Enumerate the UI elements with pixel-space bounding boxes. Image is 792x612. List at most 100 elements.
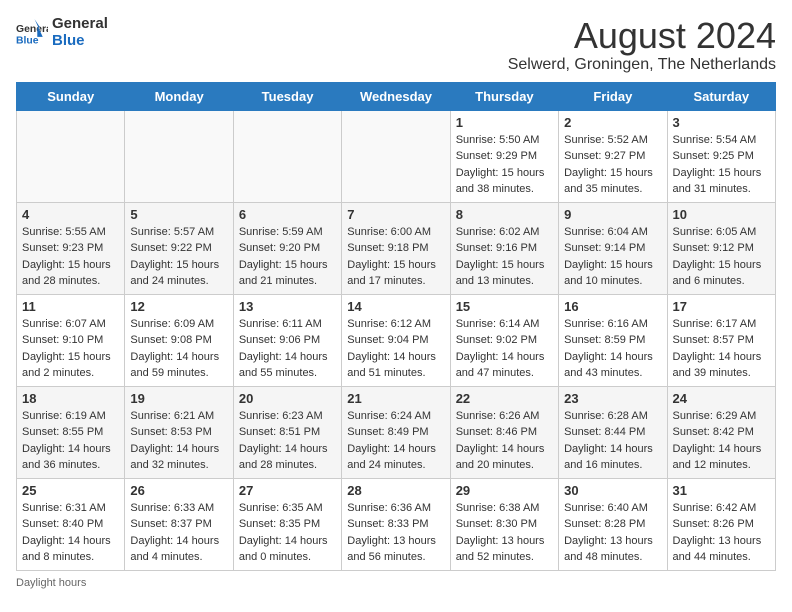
day-number: 13 [239, 299, 336, 314]
calendar-header-tuesday: Tuesday [233, 82, 341, 110]
calendar-cell: 28Sunrise: 6:36 AM Sunset: 8:33 PM Dayli… [342, 478, 450, 570]
calendar-cell: 4 Sunrise: 5:55 AM Sunset: 9:23 PM Daylig… [17, 202, 125, 294]
calendar-cell: 8 Sunrise: 6:02 AM Sunset: 9:16 PM Daylig… [450, 202, 558, 294]
calendar-cell: 12 Sunrise: 6:09 AM Sunset: 9:08 PM Dayli… [125, 294, 233, 386]
logo: General Blue General Blue [16, 16, 108, 49]
calendar-header-sunday: Sunday [17, 82, 125, 110]
day-info: Sunrise: 5:52 AM Sunset: 9:27 PM Dayligh… [564, 132, 661, 198]
day-info: Sunrise: 6:12 AM Sunset: 9:04 PM Dayligh… [347, 316, 444, 382]
day-info: Sunrise: 6:42 AM Sunset: 8:26 PM Dayligh… [673, 500, 770, 566]
logo-icon: General Blue [16, 19, 48, 47]
calendar-cell: 5Sunrise: 5:57 AM Sunset: 9:22 PM Daylig… [125, 202, 233, 294]
day-info: Sunrise: 6:02 AM Sunset: 9:16 PM Dayligh… [456, 224, 553, 290]
day-number: 23 [564, 391, 661, 406]
day-number: 17 [673, 299, 770, 314]
day-number: 30 [564, 483, 661, 498]
calendar-cell: 19Sunrise: 6:21 AM Sunset: 8:53 PM Dayli… [125, 386, 233, 478]
day-info: Sunrise: 6:24 AM Sunset: 8:49 PM Dayligh… [347, 408, 444, 474]
calendar-cell: 22Sunrise: 6:26 AM Sunset: 8:46 PM Dayli… [450, 386, 558, 478]
calendar-cell: 31 Sunrise: 6:42 AM Sunset: 8:26 PM Dayli… [667, 478, 775, 570]
day-number: 14 [347, 299, 444, 314]
day-info: Sunrise: 5:54 AM Sunset: 9:25 PM Dayligh… [673, 132, 770, 198]
day-number: 11 [22, 299, 119, 314]
footer-label: Daylight hours [16, 577, 776, 589]
day-number: 20 [239, 391, 336, 406]
day-info: Sunrise: 6:16 AM Sunset: 8:59 PM Dayligh… [564, 316, 661, 382]
calendar-cell: 23 Sunrise: 6:28 AM Sunset: 8:44 PM Dayli… [559, 386, 667, 478]
day-number: 1 [456, 115, 553, 130]
day-number: 8 [456, 207, 553, 222]
logo-text: General Blue [52, 16, 108, 49]
day-info: Sunrise: 6:07 AM Sunset: 9:10 PM Dayligh… [22, 316, 119, 382]
calendar-cell: 21Sunrise: 6:24 AM Sunset: 8:49 PM Dayli… [342, 386, 450, 478]
calendar-cell: 2Sunrise: 5:52 AM Sunset: 9:27 PM Daylig… [559, 110, 667, 202]
calendar-cell: 30 Sunrise: 6:40 AM Sunset: 8:28 PM Dayli… [559, 478, 667, 570]
calendar-cell [233, 110, 341, 202]
calendar-cell: 18 Sunrise: 6:19 AM Sunset: 8:55 PM Dayli… [17, 386, 125, 478]
calendar-cell: 20 Sunrise: 6:23 AM Sunset: 8:51 PM Dayli… [233, 386, 341, 478]
day-info: Sunrise: 6:19 AM Sunset: 8:55 PM Dayligh… [22, 408, 119, 474]
day-number: 16 [564, 299, 661, 314]
day-number: 12 [130, 299, 227, 314]
calendar-cell: 7Sunrise: 6:00 AM Sunset: 9:18 PM Daylig… [342, 202, 450, 294]
calendar-cell: 15Sunrise: 6:14 AM Sunset: 9:02 PM Dayli… [450, 294, 558, 386]
calendar-cell [125, 110, 233, 202]
day-info: Sunrise: 5:59 AM Sunset: 9:20 PM Dayligh… [239, 224, 336, 290]
day-number: 31 [673, 483, 770, 498]
day-number: 18 [22, 391, 119, 406]
calendar-cell: 13 Sunrise: 6:11 AM Sunset: 9:06 PM Dayli… [233, 294, 341, 386]
day-info: Sunrise: 6:40 AM Sunset: 8:28 PM Dayligh… [564, 500, 661, 566]
day-number: 25 [22, 483, 119, 498]
calendar-cell: 11 Sunrise: 6:07 AM Sunset: 9:10 PM Dayli… [17, 294, 125, 386]
calendar-cell: 1 Sunrise: 5:50 AM Sunset: 9:29 PM Daylig… [450, 110, 558, 202]
day-info: Sunrise: 6:11 AM Sunset: 9:06 PM Dayligh… [239, 316, 336, 382]
calendar-header-row: SundayMondayTuesdayWednesdayThursdayFrid… [17, 82, 776, 110]
calendar-week-row: 11 Sunrise: 6:07 AM Sunset: 9:10 PM Dayli… [17, 294, 776, 386]
day-info: Sunrise: 6:38 AM Sunset: 8:30 PM Dayligh… [456, 500, 553, 566]
day-number: 19 [130, 391, 227, 406]
calendar-cell: 17Sunrise: 6:17 AM Sunset: 8:57 PM Dayli… [667, 294, 775, 386]
calendar-cell: 6 Sunrise: 5:59 AM Sunset: 9:20 PM Daylig… [233, 202, 341, 294]
day-number: 24 [673, 391, 770, 406]
calendar-cell: 14 Sunrise: 6:12 AM Sunset: 9:04 PM Dayli… [342, 294, 450, 386]
day-number: 7 [347, 207, 444, 222]
day-number: 3 [673, 115, 770, 130]
calendar-header-monday: Monday [125, 82, 233, 110]
calendar-week-row: 1 Sunrise: 5:50 AM Sunset: 9:29 PM Daylig… [17, 110, 776, 202]
day-number: 28 [347, 483, 444, 498]
title-area: August 2024 Selwerd, Groningen, The Neth… [508, 16, 776, 74]
day-info: Sunrise: 6:05 AM Sunset: 9:12 PM Dayligh… [673, 224, 770, 290]
logo-blue: Blue [52, 33, 108, 50]
day-number: 6 [239, 207, 336, 222]
day-info: Sunrise: 6:14 AM Sunset: 9:02 PM Dayligh… [456, 316, 553, 382]
day-info: Sunrise: 6:26 AM Sunset: 8:46 PM Dayligh… [456, 408, 553, 474]
calendar-cell: 3 Sunrise: 5:54 AM Sunset: 9:25 PM Daylig… [667, 110, 775, 202]
calendar-header-saturday: Saturday [667, 82, 775, 110]
calendar-header-thursday: Thursday [450, 82, 558, 110]
day-info: Sunrise: 6:28 AM Sunset: 8:44 PM Dayligh… [564, 408, 661, 474]
calendar-header-friday: Friday [559, 82, 667, 110]
calendar-week-row: 18 Sunrise: 6:19 AM Sunset: 8:55 PM Dayli… [17, 386, 776, 478]
day-info: Sunrise: 5:57 AM Sunset: 9:22 PM Dayligh… [130, 224, 227, 290]
calendar-cell: 9 Sunrise: 6:04 AM Sunset: 9:14 PM Daylig… [559, 202, 667, 294]
day-info: Sunrise: 6:35 AM Sunset: 8:35 PM Dayligh… [239, 500, 336, 566]
calendar-cell: 26Sunrise: 6:33 AM Sunset: 8:37 PM Dayli… [125, 478, 233, 570]
day-number: 27 [239, 483, 336, 498]
day-number: 10 [673, 207, 770, 222]
calendar-cell: 25 Sunrise: 6:31 AM Sunset: 8:40 PM Dayli… [17, 478, 125, 570]
day-number: 26 [130, 483, 227, 498]
day-number: 4 [22, 207, 119, 222]
day-info: Sunrise: 5:50 AM Sunset: 9:29 PM Dayligh… [456, 132, 553, 198]
day-info: Sunrise: 6:31 AM Sunset: 8:40 PM Dayligh… [22, 500, 119, 566]
day-number: 9 [564, 207, 661, 222]
day-info: Sunrise: 6:04 AM Sunset: 9:14 PM Dayligh… [564, 224, 661, 290]
day-info: Sunrise: 6:23 AM Sunset: 8:51 PM Dayligh… [239, 408, 336, 474]
calendar-cell: 29 Sunrise: 6:38 AM Sunset: 8:30 PM Dayli… [450, 478, 558, 570]
calendar-week-row: 4 Sunrise: 5:55 AM Sunset: 9:23 PM Daylig… [17, 202, 776, 294]
day-number: 29 [456, 483, 553, 498]
logo-general: General [52, 16, 108, 33]
day-info: Sunrise: 6:29 AM Sunset: 8:42 PM Dayligh… [673, 408, 770, 474]
day-info: Sunrise: 6:09 AM Sunset: 9:08 PM Dayligh… [130, 316, 227, 382]
calendar-cell [17, 110, 125, 202]
day-info: Sunrise: 5:55 AM Sunset: 9:23 PM Dayligh… [22, 224, 119, 290]
